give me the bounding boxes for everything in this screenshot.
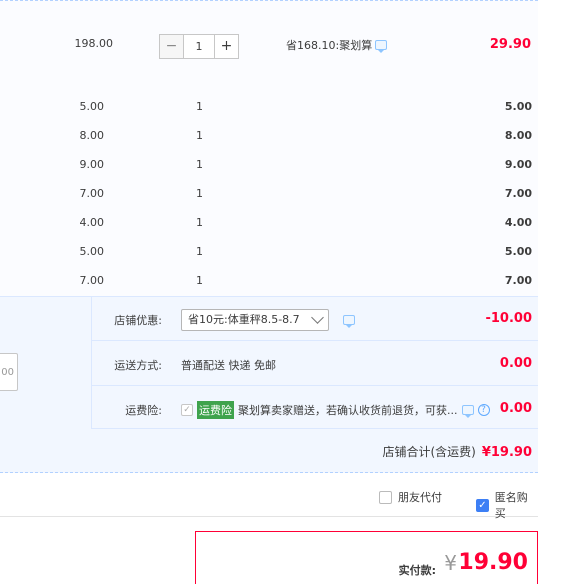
bundle-item-qty: 1 — [196, 129, 203, 142]
shipping-insurance-row: 运费险: ✓ 运费险 聚划算卖家赠送，若确认收货前退货，可获... ? 0.00 — [92, 387, 538, 429]
promotion-info: 省168.10:聚划算 — [286, 37, 388, 53]
shipping-method-value: 普通配送 快递 免邮 — [181, 359, 276, 372]
bundle-item-total: 4.00 — [504, 216, 532, 229]
bundle-item-row: 9.00 1 9.00 — [0, 158, 538, 178]
bundle-item-qty: 1 — [196, 158, 203, 171]
bundle-item-row: 5.00 1 5.00 — [0, 245, 538, 265]
insurance-tag: 运费险 — [197, 401, 234, 419]
seller-message-column: 00 — [0, 297, 92, 429]
bundle-item-total: 5.00 — [504, 245, 532, 258]
friend-pay-label: 朋友代付 — [398, 491, 442, 504]
friend-pay-checkbox[interactable] — [379, 490, 392, 504]
bundle-item-price: 4.00 — [79, 216, 105, 229]
insurance-amount: 0.00 — [499, 401, 532, 416]
quantity-input[interactable]: 1 — [184, 34, 214, 59]
bundle-item-price: 5.00 — [79, 245, 105, 258]
bundle-item-qty: 1 — [196, 245, 203, 258]
unit-price: 198.00 — [74, 37, 114, 50]
insurance-description: 聚划算卖家赠送，若确认收货前退货，可获... — [238, 404, 458, 417]
bundle-item-price: 9.00 — [79, 158, 105, 171]
bundle-item-total: 8.00 — [504, 129, 532, 142]
bundle-item-row: 8.00 1 8.00 — [0, 129, 538, 149]
chat-icon[interactable] — [375, 40, 388, 53]
bundle-item-total: 9.00 — [504, 158, 532, 171]
shipping-insurance-label: 运费险: — [125, 404, 162, 417]
bundle-item-total: 7.00 — [504, 274, 532, 287]
increase-quantity-button[interactable]: + — [214, 34, 239, 59]
shop-coupon-value: 省10元:体重秤8.5-8.7 — [188, 313, 300, 326]
order-options-bar: 朋友代付 ✓ 匿名购买 — [0, 473, 538, 520]
order-items-panel: 198.00 − 1 + 省168.10:聚划算 29.90 5.00 1 5.… — [0, 0, 538, 296]
payment-amount: 19.90 — [458, 550, 528, 575]
shop-subtotal: 店铺合计(含运费) ¥19.90 — [382, 443, 532, 460]
bundle-item-qty: 1 — [196, 100, 203, 113]
shop-subtotal-label: 店铺合计(含运费) — [382, 445, 476, 459]
bundle-item-row: 5.00 1 5.00 — [0, 100, 538, 120]
shop-summary-panel: 00 店铺优惠: 省10元:体重秤8.5-8.7 -10.00 运送方式: 普通… — [0, 296, 538, 473]
bundle-item-price: 7.00 — [79, 187, 105, 200]
bundle-item-price: 7.00 — [79, 274, 105, 287]
bundle-item-qty: 1 — [196, 274, 203, 287]
insurance-checkbox[interactable]: ✓ — [181, 404, 193, 416]
payment-summary-box: 实付款: ¥ 19.90 — [195, 531, 538, 584]
shipping-method-label: 运送方式: — [114, 359, 162, 372]
anonymous-purchase-checkbox[interactable]: ✓ — [476, 498, 489, 512]
chat-icon[interactable] — [461, 405, 474, 418]
main-item-row: 198.00 − 1 + 省168.10:聚划算 29.90 — [0, 25, 538, 71]
chevron-down-icon — [311, 311, 324, 324]
shipping-insurance-info: ✓ 运费险 聚划算卖家赠送，若确认收货前退货，可获... ? — [181, 401, 490, 419]
quantity-stepper: − 1 + — [159, 34, 239, 59]
item-total: 29.90 — [489, 37, 531, 52]
bundle-item-row: 4.00 1 4.00 — [0, 216, 538, 236]
bundle-item-qty: 1 — [196, 216, 203, 229]
promotion-text: 省168.10:聚划算 — [286, 39, 373, 52]
bundle-item-total: 5.00 — [504, 100, 532, 113]
chat-icon[interactable] — [343, 315, 355, 328]
bundle-item-total: 7.00 — [504, 187, 532, 200]
shipping-amount: 0.00 — [499, 356, 532, 371]
shop-coupon-label: 店铺优惠: — [114, 314, 162, 327]
decrease-quantity-button[interactable]: − — [159, 34, 184, 59]
shop-coupon-row: 店铺优惠: 省10元:体重秤8.5-8.7 -10.00 — [92, 297, 538, 341]
bundle-item-price: 8.00 — [79, 129, 105, 142]
help-icon[interactable]: ? — [477, 404, 490, 416]
bundle-item-row: 7.00 1 7.00 — [0, 187, 538, 207]
payment-label: 实付款: — [398, 564, 436, 577]
seller-message-input[interactable]: 00 — [0, 353, 18, 391]
friend-pay-option[interactable]: 朋友代付 — [379, 489, 442, 505]
anonymous-purchase-option[interactable]: ✓ 匿名购买 — [476, 489, 538, 521]
shop-coupon-select[interactable]: 省10元:体重秤8.5-8.7 — [181, 309, 329, 331]
bundle-item-price: 5.00 — [79, 100, 105, 113]
shop-coupon-amount: -10.00 — [485, 311, 532, 326]
bundle-item-qty: 1 — [196, 187, 203, 200]
shop-subtotal-amount: ¥19.90 — [481, 445, 532, 460]
shipping-method-row: 运送方式: 普通配送 快递 免邮 0.00 — [92, 342, 538, 386]
anonymous-purchase-label: 匿名购买 — [494, 491, 528, 520]
bundle-item-row: 7.00 1 7.00 — [0, 274, 538, 294]
currency-symbol: ¥ — [444, 551, 457, 575]
